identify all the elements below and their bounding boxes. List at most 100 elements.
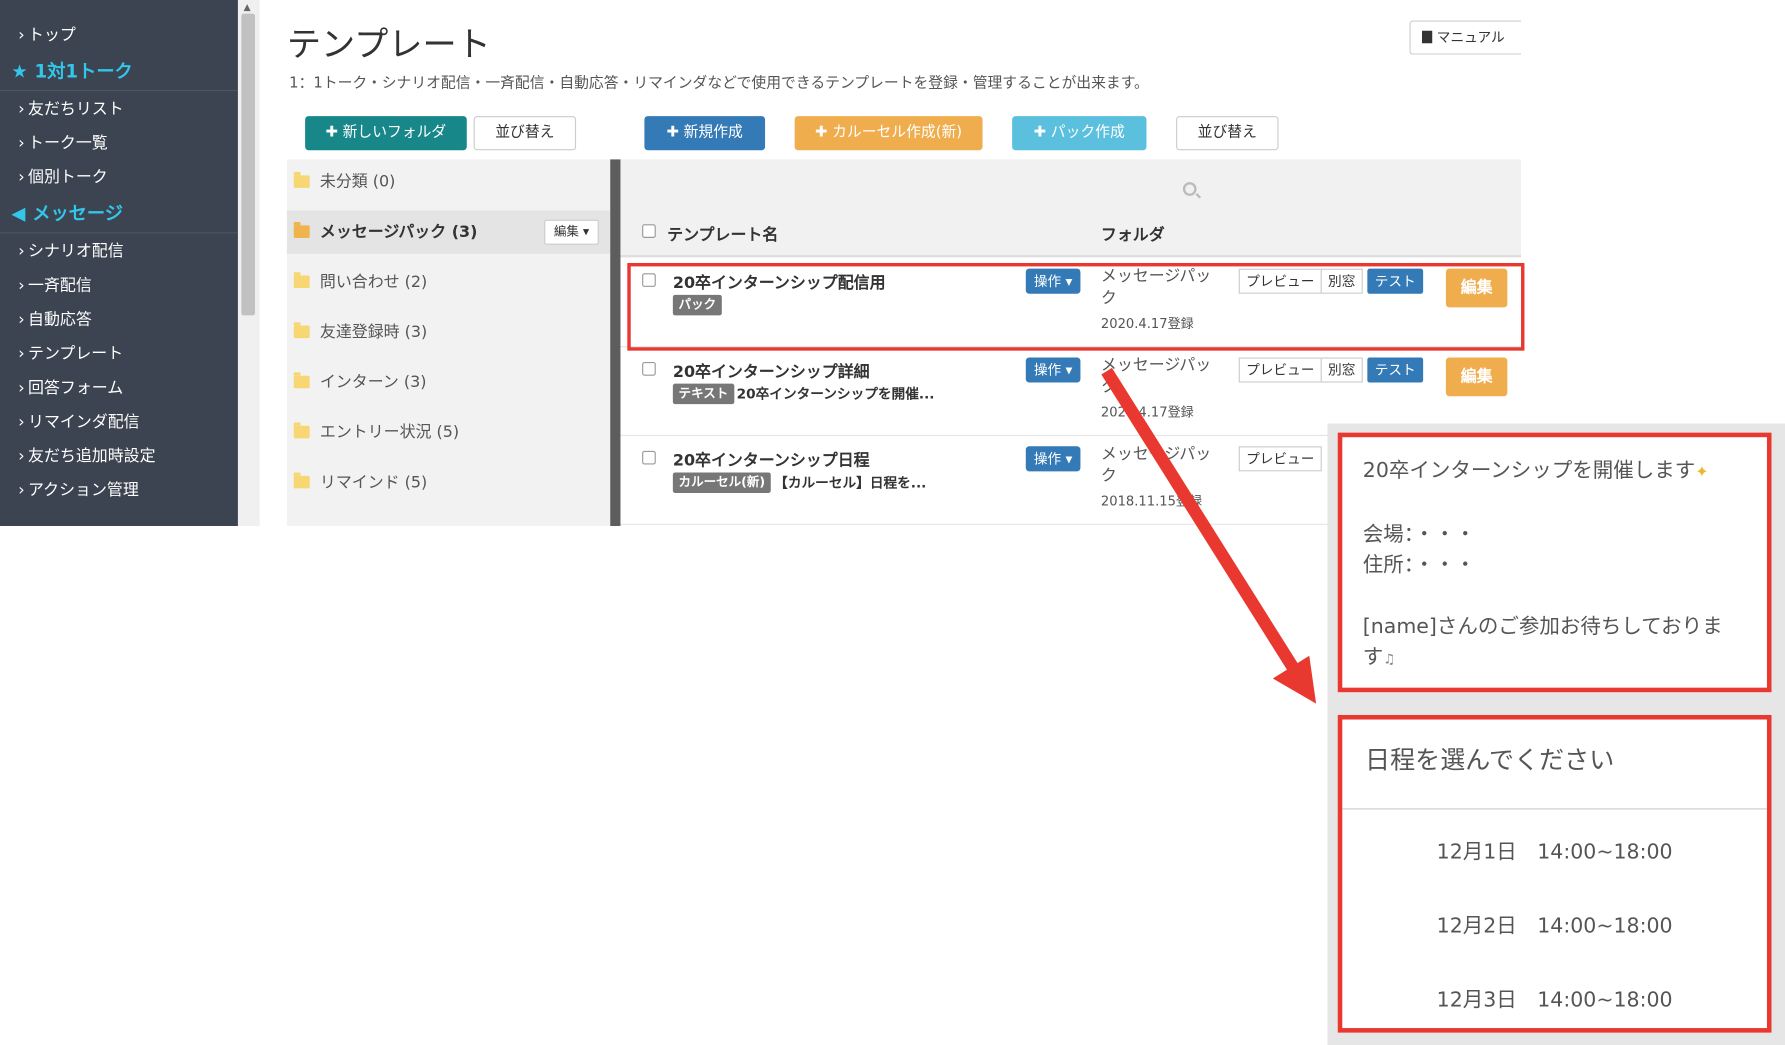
operations-label: 操作: [1033, 362, 1062, 378]
sidebar-item-action[interactable]: › アクション管理: [0, 474, 238, 508]
star-icon: ★: [11, 60, 28, 82]
sidebar-item-individual-talk[interactable]: › 個別トーク: [0, 161, 238, 195]
carousel-create-label: カルーセル作成(新): [832, 124, 963, 142]
sidebar-item-form[interactable]: › 回答フォーム: [0, 371, 238, 405]
sidebar-item-label: 回答フォーム: [28, 379, 124, 398]
folder-item[interactable]: 未分類 (0): [287, 161, 610, 204]
message-spacer: [1363, 581, 1747, 612]
test-button[interactable]: テスト: [1367, 357, 1424, 383]
type-badge: テキスト: [672, 383, 734, 405]
book-icon: [1421, 30, 1433, 44]
sidebar-item-friends[interactable]: › 友だちリスト: [0, 92, 238, 126]
new-folder-button[interactable]: ✚ 新しいフォルダ: [305, 116, 467, 151]
carousel-divider: [1342, 808, 1767, 810]
scrollbar-thumb[interactable]: [241, 13, 256, 316]
edit-button[interactable]: 編集: [1445, 357, 1508, 397]
folder-edit-dropdown[interactable]: 編集 ▾: [544, 219, 599, 245]
sidebar-item-label: リマインダ配信: [28, 413, 140, 432]
pack-create-label: パック作成: [1050, 124, 1125, 142]
scroll-up-icon[interactable]: ▲: [244, 2, 251, 12]
carousel-create-button[interactable]: ✚ カルーセル作成(新): [794, 116, 983, 151]
message-line: [name]さんのご参加お待ちしておりま: [1362, 614, 1723, 639]
sidebar-section-message[interactable]: ◀ メッセージ: [0, 195, 238, 234]
sidebar-item-broadcast[interactable]: › 一斉配信: [0, 269, 238, 303]
row-checkbox[interactable]: [642, 362, 656, 376]
select-all-checkbox[interactable]: [642, 224, 656, 238]
folder-label: エントリー状況 (5): [319, 423, 460, 442]
manual-button[interactable]: マニュアル: [1409, 20, 1522, 55]
message-preview-card: 20卒インターンシップを開催します✦ 会場：・・・ 住所：・・・ [name]さ…: [1337, 432, 1772, 693]
template-name[interactable]: 20卒インターンシップ詳細: [673, 360, 870, 383]
registered-date: 2020.4.17登録: [1100, 404, 1194, 421]
message-line: 20卒インターンシップを開催します✦: [1363, 455, 1747, 488]
preview-button[interactable]: プレビュー: [1238, 357, 1322, 383]
sidebar-item-talk-list[interactable]: › トーク一覧: [0, 126, 238, 160]
sort-templates-button[interactable]: 並び替え: [1176, 116, 1279, 151]
folder-item-active[interactable]: メッセージパック (3) 編集 ▾: [286, 210, 611, 254]
plus-icon: ✚: [666, 124, 680, 142]
sidebar-item-label: トーク一覧: [28, 134, 108, 153]
column-header-folder: フォルダ: [1100, 226, 1165, 245]
sidebar-item-friend-add[interactable]: › 友だち追加時設定: [0, 439, 238, 473]
plus-icon: ✚: [815, 124, 828, 142]
folder-label: 友達登録時 (3): [319, 323, 428, 342]
panel-divider[interactable]: [610, 159, 621, 526]
sort-folders-button[interactable]: 並び替え: [473, 116, 577, 151]
folder-icon: [293, 322, 310, 339]
sidebar-item-scenario[interactable]: › シナリオ配信: [0, 235, 238, 269]
message-line: す♫: [1363, 642, 1747, 675]
sidebar-item-template[interactable]: › テンプレート: [0, 337, 238, 371]
folder-list: 未分類 (0) メッセージパック (3) 編集 ▾ 問い合わせ (2) 友達登録…: [286, 159, 611, 526]
template-summary: 20卒インターンシップを開催...: [736, 385, 935, 402]
caret-down-icon: ▾: [582, 224, 590, 240]
table-header: テンプレート名 フォルダ: [620, 159, 1522, 258]
folder-label: リマインド (5): [319, 473, 428, 492]
folder-name-line2: ク: [1100, 466, 1117, 486]
carousel-option[interactable]: 12月3日 14:00~18:00: [1342, 984, 1767, 1014]
sidebar-item-label: 自動応答: [28, 310, 92, 330]
message-text: す: [1362, 645, 1384, 670]
caret-down-icon: ▾: [1065, 450, 1073, 467]
column-header-name: テンプレート名: [667, 226, 779, 245]
sparkle-icon: ✦: [1695, 463, 1709, 482]
folder-item[interactable]: エントリー状況 (5): [287, 411, 610, 454]
sidebar-item-label: シナリオ配信: [28, 242, 124, 261]
folder-label: 未分類 (0): [319, 173, 396, 192]
search-icon[interactable]: [1182, 182, 1197, 196]
template-name[interactable]: 20卒インターンシップ日程: [673, 449, 870, 472]
sidebar-scrollbar[interactable]: ▲: [237, 0, 260, 526]
folder-item[interactable]: インターン (3): [287, 361, 610, 404]
folder-open-icon: [293, 222, 310, 238]
sidebar-item-auto-reply[interactable]: › 自動応答: [0, 303, 238, 337]
sidebar-item-reminder[interactable]: › リマインダ配信: [0, 405, 238, 439]
operations-dropdown[interactable]: 操作 ▾: [1025, 357, 1081, 383]
plus-icon: ✚: [325, 124, 339, 142]
new-template-button[interactable]: ✚ 新規作成: [644, 116, 766, 151]
pack-create-button[interactable]: ✚ パック作成: [1012, 116, 1147, 151]
folder-name-line1: メッセージパッ: [1100, 445, 1212, 464]
carousel-title: 日程を選んでください: [1365, 746, 1615, 776]
folder-item[interactable]: 問い合わせ (2): [287, 261, 610, 304]
caret-down-icon: ▾: [1065, 362, 1073, 378]
folder-icon: [293, 472, 310, 489]
folder-item[interactable]: 友達登録時 (3): [287, 311, 610, 354]
folder-item[interactable]: リマインド (5): [287, 461, 610, 504]
sidebar-section-talk[interactable]: ★ 1対1トーク: [0, 52, 238, 92]
folder-edit-label: 編集: [553, 224, 579, 240]
preview-button[interactable]: プレビュー: [1238, 446, 1322, 472]
sidebar-item-top[interactable]: › トップ: [0, 18, 238, 52]
arrow-head: [1272, 655, 1317, 704]
sidebar-item-label: 友だち追加時設定: [28, 447, 156, 466]
message-text: 20卒インターンシップを開催します: [1362, 458, 1696, 483]
folder-icon: [293, 372, 310, 389]
carousel-preview-card: 日程を選んでください 12月1日 14:00~18:00 12月2日 14:00…: [1337, 714, 1772, 1033]
sidebar: › トップ ★ 1対1トーク › 友だちリスト › トーク一覧 › 個別トーク ◀ メッセー…: [0, 0, 238, 526]
new-window-button[interactable]: 別窓: [1320, 357, 1363, 383]
message-line: 住所：・・・: [1362, 553, 1476, 578]
row-checkbox[interactable]: [642, 450, 656, 465]
carousel-option[interactable]: 12月2日 14:00~18:00: [1342, 910, 1767, 940]
folder-cell: メッセージパッ ク 2018.11.15登録: [1101, 444, 1238, 512]
folder-cell: メッセージパッ ク 2020.4.17登録: [1101, 355, 1238, 423]
operations-dropdown[interactable]: 操作 ▾: [1025, 446, 1081, 472]
carousel-option[interactable]: 12月1日 14:00~18:00: [1342, 836, 1767, 866]
